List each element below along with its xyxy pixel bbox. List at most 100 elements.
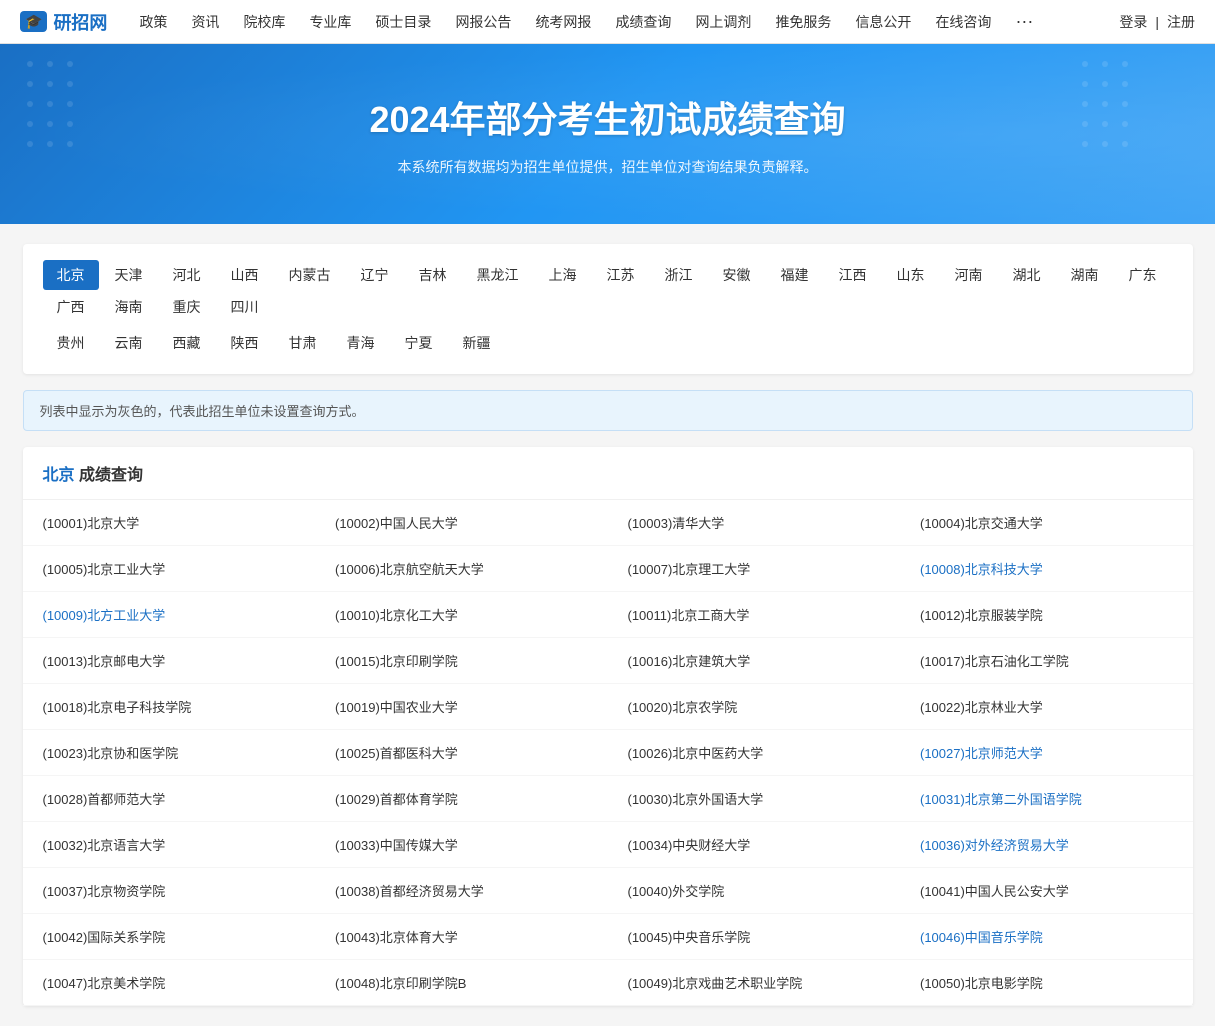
region-tab-河北[interactable]: 河北 [159, 260, 215, 290]
result-cell: (10020)北京农学院 [608, 684, 901, 730]
result-cell: (10010)北京化工大学 [315, 592, 608, 638]
result-cell: (10033)中国传媒大学 [315, 822, 608, 868]
result-cell: (10004)北京交通大学 [900, 500, 1193, 546]
logo-text: 研招网 [53, 9, 107, 35]
result-cell: (10015)北京印刷学院 [315, 638, 608, 684]
region-tab-山西[interactable]: 山西 [217, 260, 273, 290]
login-link[interactable]: 登录 [1119, 12, 1147, 32]
region-tab-辽宁[interactable]: 辽宁 [347, 260, 403, 290]
region-tab-福建[interactable]: 福建 [767, 260, 823, 290]
result-cell: (10016)北京建筑大学 [608, 638, 901, 684]
nav-link-1[interactable]: 资讯 [179, 0, 231, 44]
result-cell: (10019)中国农业大学 [315, 684, 608, 730]
nav-link-2[interactable]: 院校库 [231, 0, 297, 44]
nav-link-6[interactable]: 统考网报 [523, 0, 603, 44]
region-tab-贵州[interactable]: 贵州 [43, 328, 99, 358]
banner: 2024年部分考生初试成绩查询 本系统所有数据均为招生单位提供，招生单位对查询结… [0, 44, 1215, 224]
result-cell: (10040)外交学院 [608, 868, 901, 914]
nav-more[interactable]: ··· [1003, 0, 1045, 44]
nav-links: 政策资讯院校库专业库硕士目录网报公告统考网报成绩查询网上调剂推免服务信息公开在线… [127, 0, 1119, 44]
region-tab-黑龙江[interactable]: 黑龙江 [463, 260, 533, 290]
result-cell: (10007)北京理工大学 [608, 546, 901, 592]
result-cell: (10026)北京中医药大学 [608, 730, 901, 776]
result-cell: (10047)北京美术学院 [23, 960, 316, 1006]
nav-link-7[interactable]: 成绩查询 [603, 0, 683, 44]
result-cell: (10012)北京服装学院 [900, 592, 1193, 638]
region-tab-陕西[interactable]: 陕西 [217, 328, 273, 358]
nav-link-5[interactable]: 网报公告 [443, 0, 523, 44]
banner-title: 2024年部分考生初试成绩查询 [369, 91, 845, 143]
result-cell: (10005)北京工业大学 [23, 546, 316, 592]
region-tab-广东[interactable]: 广东 [1115, 260, 1171, 290]
result-cell: (10037)北京物资学院 [23, 868, 316, 914]
region-tab-重庆[interactable]: 重庆 [159, 292, 215, 322]
region-tab-天津[interactable]: 天津 [101, 260, 157, 290]
result-cell: (10042)国际关系学院 [23, 914, 316, 960]
results-header: 北京 成绩查询 [23, 447, 1193, 500]
result-cell: (10029)首都体育学院 [315, 776, 608, 822]
auth-divider: | [1155, 14, 1159, 30]
logo-icon: 🎓 [20, 11, 47, 32]
site-logo[interactable]: 🎓 研招网 [20, 9, 107, 35]
region-tab-云南[interactable]: 云南 [101, 328, 157, 358]
result-cell[interactable]: (10027)北京师范大学 [900, 730, 1193, 776]
result-cell: (10038)首都经济贸易大学 [315, 868, 608, 914]
register-link[interactable]: 注册 [1167, 12, 1195, 32]
info-text: 列表中显示为灰色的，代表此招生单位未设置查询方式。 [40, 404, 365, 419]
top-navigation: 🎓 研招网 政策资讯院校库专业库硕士目录网报公告统考网报成绩查询网上调剂推免服务… [0, 0, 1215, 44]
region-tab-甘肃[interactable]: 甘肃 [275, 328, 331, 358]
region-tab-宁夏[interactable]: 宁夏 [391, 328, 447, 358]
result-cell: (10050)北京电影学院 [900, 960, 1193, 1006]
region-row-1: 北京天津河北山西内蒙古辽宁吉林黑龙江上海江苏浙江安徽福建江西山东河南湖北湖南广东… [43, 260, 1173, 322]
region-tab-内蒙古[interactable]: 内蒙古 [275, 260, 345, 290]
result-cell: (10003)清华大学 [608, 500, 901, 546]
main-content: 北京天津河北山西内蒙古辽宁吉林黑龙江上海江苏浙江安徽福建江西山东河南湖北湖南广东… [8, 224, 1208, 1026]
region-tabs: 北京天津河北山西内蒙古辽宁吉林黑龙江上海江苏浙江安徽福建江西山东河南湖北湖南广东… [23, 244, 1193, 374]
region-tab-西藏[interactable]: 西藏 [159, 328, 215, 358]
region-tab-吉林[interactable]: 吉林 [405, 260, 461, 290]
results-title: 成绩查询 [79, 467, 143, 484]
result-cell[interactable]: (10009)北方工业大学 [23, 592, 316, 638]
region-tab-新疆[interactable]: 新疆 [449, 328, 505, 358]
nav-link-9[interactable]: 推免服务 [763, 0, 843, 44]
result-cell: (10023)北京协和医学院 [23, 730, 316, 776]
results-region: 北京 [43, 467, 75, 484]
result-cell[interactable]: (10046)中国音乐学院 [900, 914, 1193, 960]
nav-link-3[interactable]: 专业库 [297, 0, 363, 44]
result-cell[interactable]: (10036)对外经济贸易大学 [900, 822, 1193, 868]
nav-link-4[interactable]: 硕士目录 [363, 0, 443, 44]
result-cell: (10049)北京戏曲艺术职业学院 [608, 960, 901, 1006]
region-row-2: 贵州云南西藏陕西甘肃青海宁夏新疆 [43, 328, 1173, 358]
result-cell[interactable]: (10008)北京科技大学 [900, 546, 1193, 592]
region-tab-江苏[interactable]: 江苏 [593, 260, 649, 290]
result-cell: (10001)北京大学 [23, 500, 316, 546]
result-cell: (10018)北京电子科技学院 [23, 684, 316, 730]
nav-link-11[interactable]: 在线咨询 [923, 0, 1003, 44]
region-tab-浙江[interactable]: 浙江 [651, 260, 707, 290]
result-cell: (10022)北京林业大学 [900, 684, 1193, 730]
region-tab-湖北[interactable]: 湖北 [999, 260, 1055, 290]
region-tab-湖南[interactable]: 湖南 [1057, 260, 1113, 290]
nav-link-10[interactable]: 信息公开 [843, 0, 923, 44]
region-tab-广西[interactable]: 广西 [43, 292, 99, 322]
region-tab-青海[interactable]: 青海 [333, 328, 389, 358]
region-tab-北京[interactable]: 北京 [43, 260, 99, 290]
region-tab-四川[interactable]: 四川 [217, 292, 273, 322]
region-tab-海南[interactable]: 海南 [101, 292, 157, 322]
result-cell: (10017)北京石油化工学院 [900, 638, 1193, 684]
region-tab-上海[interactable]: 上海 [535, 260, 591, 290]
nav-link-0[interactable]: 政策 [127, 0, 179, 44]
result-cell[interactable]: (10031)北京第二外国语学院 [900, 776, 1193, 822]
region-tab-安徽[interactable]: 安徽 [709, 260, 765, 290]
result-cell: (10041)中国人民公安大学 [900, 868, 1193, 914]
result-cell: (10034)中央财经大学 [608, 822, 901, 868]
region-tab-山东[interactable]: 山东 [883, 260, 939, 290]
dot-pattern-left [20, 54, 140, 174]
nav-auth: 登录 | 注册 [1119, 12, 1195, 32]
region-tab-河南[interactable]: 河南 [941, 260, 997, 290]
dot-pattern-right [1075, 54, 1195, 174]
region-tab-江西[interactable]: 江西 [825, 260, 881, 290]
nav-link-8[interactable]: 网上调剂 [683, 0, 763, 44]
result-cell: (10006)北京航空航天大学 [315, 546, 608, 592]
info-box: 列表中显示为灰色的，代表此招生单位未设置查询方式。 [23, 390, 1193, 431]
